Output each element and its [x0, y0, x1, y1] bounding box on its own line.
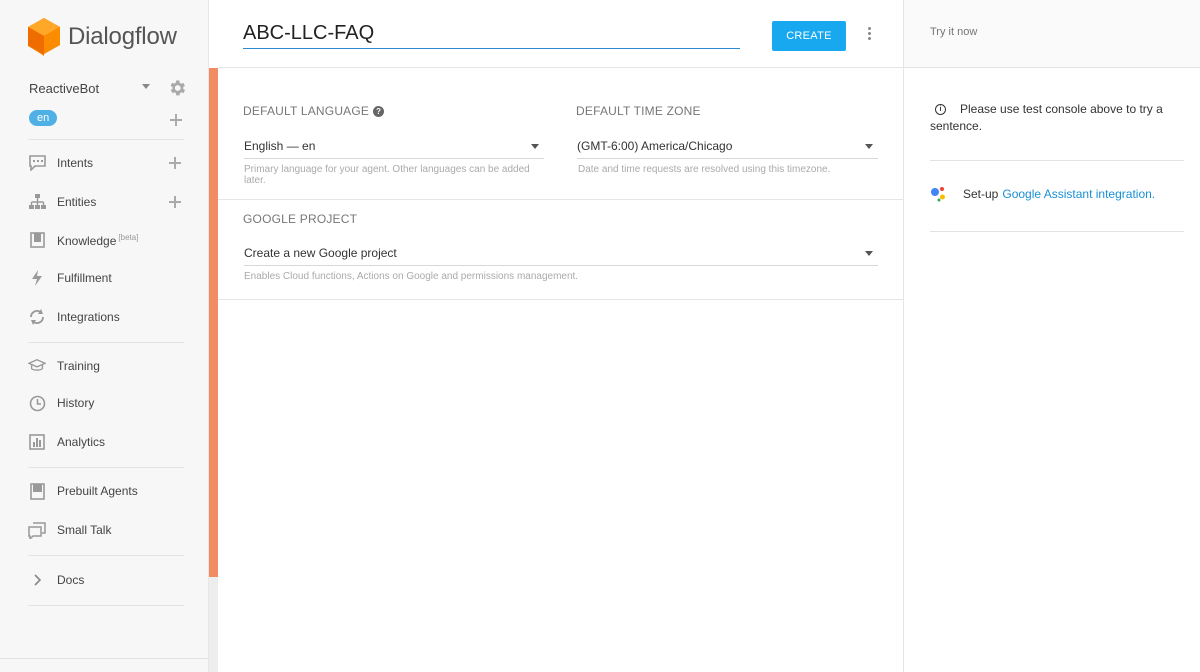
- agent-settings: DEFAULT LANGUAGE? English — en Primary l…: [218, 68, 903, 672]
- beta-badge: [beta]: [118, 232, 139, 242]
- default-language-value: English — en: [244, 139, 316, 153]
- google-assistant-integration-link[interactable]: Google Assistant integration.: [1002, 187, 1155, 201]
- agent-header: CREATE: [218, 0, 903, 68]
- sidebar-item-label: Intents: [57, 156, 94, 170]
- language-row: en: [29, 110, 187, 128]
- chevron-right-icon: [28, 571, 46, 589]
- add-intent-icon[interactable]: [169, 157, 181, 169]
- agent-name-input[interactable]: [243, 18, 740, 49]
- sidebar-divider: [28, 139, 184, 140]
- google-project-select[interactable]: Create a new Google project: [244, 241, 878, 266]
- sidebar-item-label: Entities: [57, 195, 97, 209]
- training-icon: [28, 357, 46, 375]
- agent-selector[interactable]: ReactiveBot: [29, 78, 187, 98]
- default-language-label-text: DEFAULT LANGUAGE: [243, 104, 370, 118]
- prebuilt-agents-icon: [28, 482, 46, 500]
- caret-down-icon: [865, 144, 873, 149]
- add-entity-icon[interactable]: [169, 196, 181, 208]
- intents-icon: [28, 154, 46, 172]
- sidebar-item-label: Small Talk: [57, 523, 112, 537]
- knowledge-icon: [28, 231, 46, 249]
- sidebar-item-small-talk[interactable]: Small Talk: [28, 519, 188, 541]
- google-assistant-setup: Set-up Google Assistant integration.: [930, 186, 1155, 202]
- section-divider: [218, 299, 903, 300]
- sidebar-item-label: Training: [57, 359, 100, 373]
- scroll-track: [209, 577, 218, 672]
- info-icon: i: [935, 104, 946, 116]
- default-time-zone-label: DEFAULT TIME ZONE: [576, 104, 701, 118]
- sidebar-item-docs[interactable]: Docs: [28, 569, 188, 591]
- gear-icon[interactable]: [167, 78, 187, 98]
- sidebar-item-label: Analytics: [57, 435, 106, 449]
- default-language-label: DEFAULT LANGUAGE?: [243, 104, 385, 118]
- language-pill-en[interactable]: en: [29, 110, 58, 126]
- default-time-zone-select[interactable]: (GMT-6:00) America/Chicago: [577, 134, 878, 159]
- sidebar-item-intents[interactable]: Intents: [28, 152, 188, 174]
- integrations-icon: [28, 308, 46, 326]
- sidebar-item-integrations[interactable]: Integrations: [28, 306, 188, 328]
- console-info: i Please use test console above to try a …: [930, 101, 1165, 135]
- dialogflow-logo[interactable]: Dialogflow: [28, 17, 177, 57]
- sidebar-item-label: Docs: [57, 573, 85, 587]
- caret-down-icon: [531, 144, 539, 149]
- sidebar-item-prebuilt-agents[interactable]: Prebuilt Agents: [28, 480, 188, 502]
- accent-bar: [209, 68, 218, 577]
- small-talk-icon: [28, 521, 46, 539]
- caret-down-icon: [865, 251, 873, 256]
- sidebar-item-analytics[interactable]: Analytics: [28, 431, 188, 453]
- default-time-zone-value: (GMT-6:00) America/Chicago: [577, 139, 733, 153]
- sidebar-divider: [28, 467, 184, 468]
- google-project-value: Create a new Google project: [244, 246, 397, 260]
- panel-divider: [930, 160, 1184, 161]
- entities-icon: [28, 193, 46, 211]
- dialogflow-logo-icon: [28, 18, 60, 56]
- sidebar-divider: [28, 342, 184, 343]
- sidebar-item-knowledge[interactable]: Knowledge [beta]: [28, 229, 188, 251]
- sidebar-divider: [28, 605, 184, 606]
- google-project-label: GOOGLE PROJECT: [243, 212, 358, 226]
- sidebar-item-history[interactable]: History: [28, 392, 188, 414]
- default-language-helper: Primary language for your agent. Other l…: [244, 164, 530, 186]
- create-button[interactable]: CREATE: [772, 21, 846, 51]
- default-time-zone-helper: Date and time requests are resolved usin…: [578, 164, 831, 175]
- analytics-icon: [28, 433, 46, 451]
- console-info-text: Please use test console above to try a s…: [930, 102, 1163, 133]
- more-options-icon[interactable]: [867, 26, 873, 42]
- sidebar-item-label: Knowledge [beta]: [57, 233, 138, 248]
- sidebar-divider: [0, 658, 208, 659]
- sidebar-item-entities[interactable]: Entities: [28, 191, 188, 213]
- knowledge-label: Knowledge: [57, 233, 117, 248]
- section-divider: [218, 199, 903, 200]
- app-title: Dialogflow: [68, 23, 177, 50]
- ga-prefix: Set-up: [963, 187, 999, 201]
- sidebar-divider: [28, 555, 184, 556]
- google-assistant-icon: [931, 187, 945, 202]
- sidebar-item-label: Fulfillment: [57, 271, 112, 285]
- panel-divider: [930, 231, 1184, 232]
- sidebar-item-training[interactable]: Training: [28, 355, 188, 377]
- test-console: iPlease use test console above to try a …: [903, 0, 1200, 672]
- agent-name: ReactiveBot: [29, 80, 100, 96]
- fulfillment-icon: [28, 269, 46, 287]
- default-language-select[interactable]: English — en: [244, 134, 544, 159]
- try-it-now-bar: [904, 0, 1200, 68]
- google-project-helper: Enables Cloud functions, Actions on Goog…: [244, 271, 579, 282]
- sidebar-item-fulfillment[interactable]: Fulfillment: [28, 267, 188, 289]
- caret-down-icon[interactable]: [142, 84, 150, 89]
- history-icon: [28, 394, 46, 412]
- sidebar-item-label: Prebuilt Agents: [57, 484, 138, 498]
- help-icon[interactable]: ?: [373, 106, 385, 118]
- try-it-now-input[interactable]: [930, 26, 1170, 38]
- add-language-icon[interactable]: [170, 114, 182, 126]
- sidebar-item-label: Integrations: [57, 310, 120, 324]
- sidebar: Dialogflow ReactiveBot en Intents Entiti…: [0, 0, 209, 672]
- sidebar-item-label: History: [57, 396, 95, 410]
